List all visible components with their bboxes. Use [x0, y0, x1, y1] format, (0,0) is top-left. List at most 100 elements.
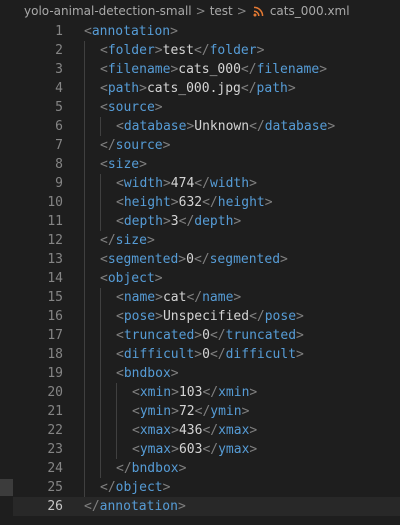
code-line[interactable]: <annotation> [84, 22, 400, 41]
code-line[interactable]: <xmax>436</xmax> [84, 421, 400, 440]
indent-guide [84, 402, 85, 421]
code-line[interactable]: </annotation> [84, 497, 400, 516]
indent-guide [84, 79, 85, 98]
tag-name: name [202, 290, 234, 305]
indent-guide [100, 288, 101, 307]
tag-bracket: </ [116, 461, 132, 476]
code-line[interactable]: <depth>3</depth> [84, 212, 400, 231]
tag-bracket: > [171, 404, 179, 419]
indent-guide [100, 193, 101, 212]
code-line[interactable]: <truncated>0</truncated> [84, 326, 400, 345]
element-value: 0 [202, 328, 210, 343]
code-line[interactable]: <name>cat</name> [84, 288, 400, 307]
breadcrumb-file[interactable]: cats_000.xml [270, 4, 350, 18]
line-number: 20 [47, 385, 63, 400]
breadcrumb-folder-test[interactable]: test [210, 4, 233, 18]
indent-guide [84, 307, 85, 326]
indent-guide [84, 193, 85, 212]
editor-window: yolo-animal-detection-small > test > cat… [0, 0, 400, 525]
code-line[interactable]: </size> [84, 231, 400, 250]
code-line[interactable]: <difficult>0</difficult> [84, 345, 400, 364]
tag-name: xmin [139, 385, 172, 400]
code-line[interactable]: <bndbox> [84, 364, 400, 383]
tag-bracket: < [100, 271, 108, 286]
tag-bracket: > [154, 43, 163, 58]
tag-bracket: > [155, 309, 163, 324]
line-number: 13 [47, 252, 63, 267]
tag-name: filename [107, 62, 171, 77]
code-line[interactable]: <path>cats_000.jpg</path> [84, 79, 400, 98]
code-line[interactable]: <filename>cats_000</filename> [84, 60, 400, 79]
code-line[interactable]: <segmented>0</segmented> [84, 250, 400, 269]
tag-bracket: < [84, 24, 92, 39]
code-line[interactable]: <folder>test</folder> [84, 41, 400, 60]
breadcrumb-separator: > [236, 4, 247, 18]
line-number: 8 [55, 157, 63, 172]
code-line[interactable]: <size> [84, 155, 400, 174]
tag-bracket: < [116, 366, 124, 381]
indent-guide [84, 288, 85, 307]
tag-name: xmax [139, 423, 172, 438]
tag-bracket: </ [249, 309, 265, 324]
code-line[interactable]: <ymax>603</ymax> [84, 440, 400, 459]
line-number: 5 [55, 100, 63, 115]
tag-bracket: < [100, 81, 108, 96]
element-value: Unknown [194, 119, 250, 134]
code-line[interactable]: </object> [84, 478, 400, 497]
indent-guide [100, 421, 101, 440]
tag-name: bndbox [123, 366, 171, 381]
indent-guide [84, 440, 85, 459]
tag-name: bndbox [131, 461, 179, 476]
indent-guide [116, 402, 117, 421]
code-line[interactable]: <database>Unknown</database> [84, 117, 400, 136]
code-line[interactable]: </source> [84, 136, 400, 155]
line-number-gutter: 1 2 3 4 5 6 7 8 9 10 11 12 13 14 15 16 17 18 19 20 21 22 23 24 2… [13, 22, 65, 525]
element-value: cats_000 [178, 62, 241, 77]
tag-bracket: < [100, 157, 108, 172]
breadcrumb: yolo-animal-detection-small > test > cat… [0, 0, 400, 22]
indent-guide [116, 440, 117, 459]
tag-bracket: > [171, 442, 179, 457]
tag-bracket: > [162, 214, 171, 229]
tag-bracket: > [241, 404, 250, 419]
element-value: 436 [178, 423, 203, 438]
element-value: cats_000.jpg [146, 81, 241, 96]
tag-name: object [107, 271, 155, 286]
tag-name: object [115, 480, 163, 495]
tag-bracket: > [170, 24, 178, 39]
tag-bracket: > [296, 328, 304, 343]
code-line[interactable]: </bndbox> [84, 459, 400, 478]
line-number: 1 [55, 24, 63, 39]
indent-guide [84, 155, 85, 174]
code-line[interactable]: <pose>Unspecified</pose> [84, 307, 400, 326]
code-line[interactable]: <xmin>103</xmin> [84, 383, 400, 402]
code-line[interactable]: <width>474</width> [84, 174, 400, 193]
tag-bracket: > [249, 423, 258, 438]
indent-guide [84, 231, 85, 250]
tag-name: database [264, 119, 328, 134]
code-line[interactable]: <source> [84, 98, 400, 117]
tag-bracket: </ [194, 404, 211, 419]
tag-name: folder [209, 43, 257, 58]
line-number: 19 [47, 366, 63, 381]
element-value: test [162, 43, 194, 58]
line-number: 16 [47, 309, 63, 324]
indent-guide [84, 345, 85, 364]
code-editor[interactable]: <annotation> <folder>test</folder> <filena… [84, 22, 400, 525]
code-line[interactable]: <object> [84, 269, 400, 288]
tag-name: name [123, 290, 156, 305]
code-line[interactable]: <ymin>72</ymin> [84, 402, 400, 421]
tag-bracket: < [132, 404, 140, 419]
tag-bracket: < [116, 176, 124, 191]
tag-name: size [107, 157, 140, 172]
line-number: 14 [47, 271, 63, 286]
tag-bracket: </ [209, 328, 226, 343]
code-line[interactable]: <height>632</height> [84, 193, 400, 212]
tag-bracket: > [249, 176, 257, 191]
tag-bracket: </ [194, 176, 210, 191]
breadcrumb-folder-root[interactable]: yolo-animal-detection-small [24, 4, 192, 18]
tag-bracket: < [116, 290, 124, 305]
tag-bracket: < [116, 347, 124, 362]
tag-bracket: </ [100, 480, 116, 495]
element-value: 603 [178, 442, 203, 457]
